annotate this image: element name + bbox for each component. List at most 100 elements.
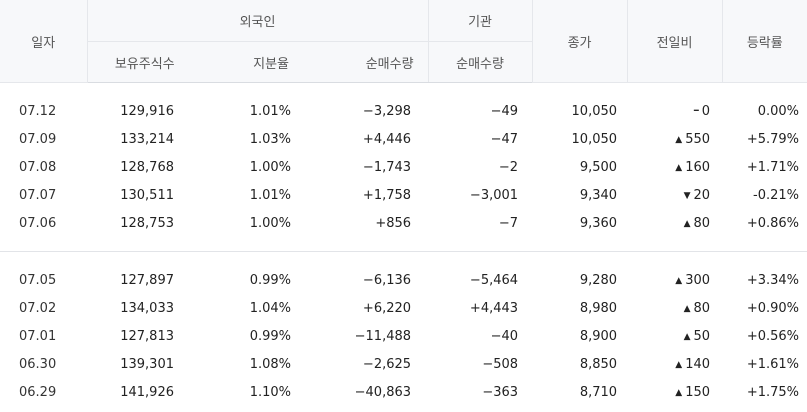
header-close: 종가	[531, 0, 628, 83]
row-foreign-net: −1,743	[362, 159, 412, 175]
row-hold: 128,753	[120, 215, 174, 231]
row-hold: 130,511	[120, 187, 174, 203]
row-spacer	[0, 252, 807, 267]
row-close: 10,050	[571, 131, 618, 147]
row-diff: ▲ 80	[627, 209, 722, 237]
row-institution-net: −2	[498, 159, 519, 175]
table-row: 07.06 128,753 1.00% +856 −7 9,360 ▲ 80 +0.86%	[0, 209, 807, 237]
row-ratio: 1.01%	[249, 187, 291, 203]
table-row: 07.09 133,214 1.03% +4,446 −47 10,050 ▲ 550 +5.7…	[0, 125, 807, 153]
row-date: 07.07	[19, 187, 57, 203]
table-row: 07.05 127,897 0.99% −6,136 −5,464 9,280 ▲ 300 +3…	[0, 266, 807, 294]
triangle-up-icon: ▲	[675, 275, 683, 286]
row-rate: -0.21%	[753, 187, 800, 203]
row-date: 07.01	[19, 328, 57, 344]
row-close: 9,360	[579, 215, 618, 231]
row-rate: +1.71%	[746, 159, 800, 175]
row-diff-value: 160	[685, 159, 711, 175]
row-diff-value: 0	[701, 103, 711, 119]
row-close: 8,850	[579, 356, 618, 372]
row-spacer	[0, 237, 807, 252]
row-ratio: 1.04%	[249, 300, 291, 316]
row-foreign-net: +1,758	[362, 187, 412, 203]
table-row: 07.02 134,033 1.04% +6,220 +4,443 8,980 ▲ 80 +0.…	[0, 294, 807, 322]
row-foreign-net: +856	[375, 215, 412, 231]
row-institution-net: −3,001	[469, 187, 519, 203]
row-foreign-net: +4,446	[362, 131, 412, 147]
table-header: 일자 외국인 기관 종가 전일비 등락률 보유주식수 지분율 순매수량 순매수량	[0, 0, 807, 83]
header-foreign-hold: 보유주식수	[86, 41, 202, 83]
row-date: 06.30	[19, 356, 57, 372]
row-hold: 129,916	[120, 103, 174, 119]
table-row: 07.07 130,511 1.01% +1,758 −3,001 9,340 ▼ 20 -0.…	[0, 181, 807, 209]
table-row: 06.30 139,301 1.08% −2,625 −508 8,850 ▲ 140 +1.6…	[0, 350, 807, 378]
row-foreign-net: −2,625	[362, 356, 412, 372]
row-close: 9,340	[579, 187, 618, 203]
row-institution-net: −508	[482, 356, 519, 372]
row-institution-net: −47	[490, 131, 519, 147]
row-rate: +5.79%	[746, 131, 800, 147]
row-foreign-net: −3,298	[362, 103, 412, 119]
row-ratio: 1.10%	[249, 384, 291, 400]
row-ratio: 0.99%	[249, 328, 291, 344]
row-diff: ▲ 160	[627, 153, 722, 181]
row-diff-value: 140	[685, 356, 711, 372]
row-close: 8,980	[579, 300, 618, 316]
row-ratio: 1.01%	[249, 103, 291, 119]
row-diff-value: 80	[693, 300, 711, 316]
row-institution-net: −5,464	[469, 272, 519, 288]
row-rate: 0.00%	[757, 103, 800, 119]
investor-trading-table: 일자 외국인 기관 종가 전일비 등락률 보유주식수 지분율 순매수량 순매수량…	[0, 0, 807, 406]
row-institution-net: −49	[490, 103, 519, 119]
row-diff-value: 300	[685, 272, 711, 288]
row-close: 9,280	[579, 272, 618, 288]
row-rate: +0.56%	[746, 328, 800, 344]
row-rate: +0.86%	[746, 215, 800, 231]
row-spacer	[0, 83, 807, 98]
row-foreign-net: −6,136	[362, 272, 412, 288]
row-rate: +1.75%	[746, 384, 800, 400]
header-rate: 등락률	[721, 0, 807, 83]
row-institution-net: −363	[482, 384, 519, 400]
triangle-down-icon: ▼	[683, 190, 691, 201]
row-diff: ▼ 20	[627, 181, 722, 209]
row-diff-value: 150	[685, 384, 711, 400]
dash-icon: ━	[693, 105, 699, 115]
row-date: 07.12	[19, 103, 57, 119]
row-date: 07.06	[19, 215, 57, 231]
row-institution-net: +4,443	[469, 300, 519, 316]
row-diff: ▲ 550	[627, 125, 722, 153]
header-institution-net: 순매수량	[427, 41, 533, 83]
row-institution-net: −7	[498, 215, 519, 231]
header-foreign: 외국인	[86, 0, 429, 42]
header-foreign-net: 순매수량	[317, 41, 429, 83]
row-hold: 127,897	[120, 272, 174, 288]
triangle-up-icon: ▲	[683, 303, 691, 314]
row-diff: ▲ 150	[627, 378, 722, 406]
row-date: 07.09	[19, 131, 57, 147]
row-diff-value: 550	[685, 131, 711, 147]
row-close: 8,900	[579, 328, 618, 344]
row-close: 10,050	[571, 103, 618, 119]
row-ratio: 1.03%	[249, 131, 291, 147]
header-foreign-ratio: 지분율	[202, 41, 317, 83]
triangle-up-icon: ▲	[683, 218, 691, 229]
row-diff-value: 20	[693, 187, 711, 203]
triangle-up-icon: ▲	[675, 359, 683, 370]
table-row: 07.01 127,813 0.99% −11,488 −40 8,900 ▲ 50 +0.56…	[0, 322, 807, 350]
row-hold: 141,926	[120, 384, 174, 400]
header-institution: 기관	[427, 0, 533, 42]
row-hold: 134,033	[120, 300, 174, 316]
row-rate: +3.34%	[746, 272, 800, 288]
row-institution-net: −40	[490, 328, 519, 344]
row-date: 07.02	[19, 300, 57, 316]
row-hold: 133,214	[120, 131, 174, 147]
row-diff-value: 80	[693, 215, 711, 231]
table-row: 07.08 128,768 1.00% −1,743 −2 9,500 ▲ 160 +1.71%	[0, 153, 807, 181]
table-row: 07.12 129,916 1.01% −3,298 −49 10,050 ━ 0 0.00%	[0, 97, 807, 125]
row-diff: ━ 0	[627, 97, 722, 125]
table-row: 06.29 141,926 1.10% −40,863 −363 8,710 ▲ 150 +1.…	[0, 378, 807, 406]
row-foreign-net: −40,863	[354, 384, 412, 400]
row-hold: 139,301	[120, 356, 174, 372]
row-ratio: 1.08%	[249, 356, 291, 372]
